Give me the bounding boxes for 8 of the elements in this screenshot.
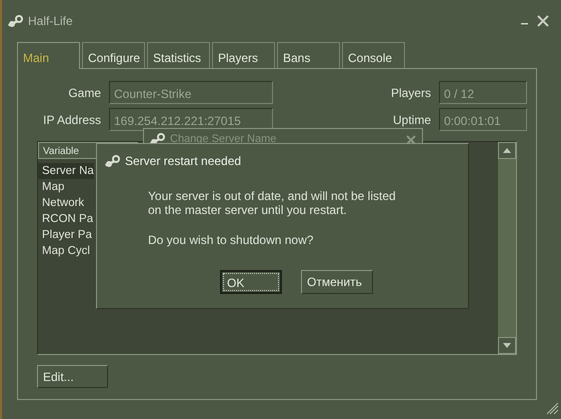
question-text: Do you wish to shutdown now? [148, 232, 314, 249]
field-label: Game [67, 84, 102, 102]
dialog-title: Change Server Name [170, 134, 276, 144]
window-title: Half-Life [28, 13, 73, 30]
field-label: Players [390, 84, 432, 102]
message-text: Your server is out of date, and will not be listed on the master server until you restart. [148, 189, 397, 217]
field-label: IP Address [42, 112, 102, 128]
field-label: Uptime [392, 112, 432, 128]
